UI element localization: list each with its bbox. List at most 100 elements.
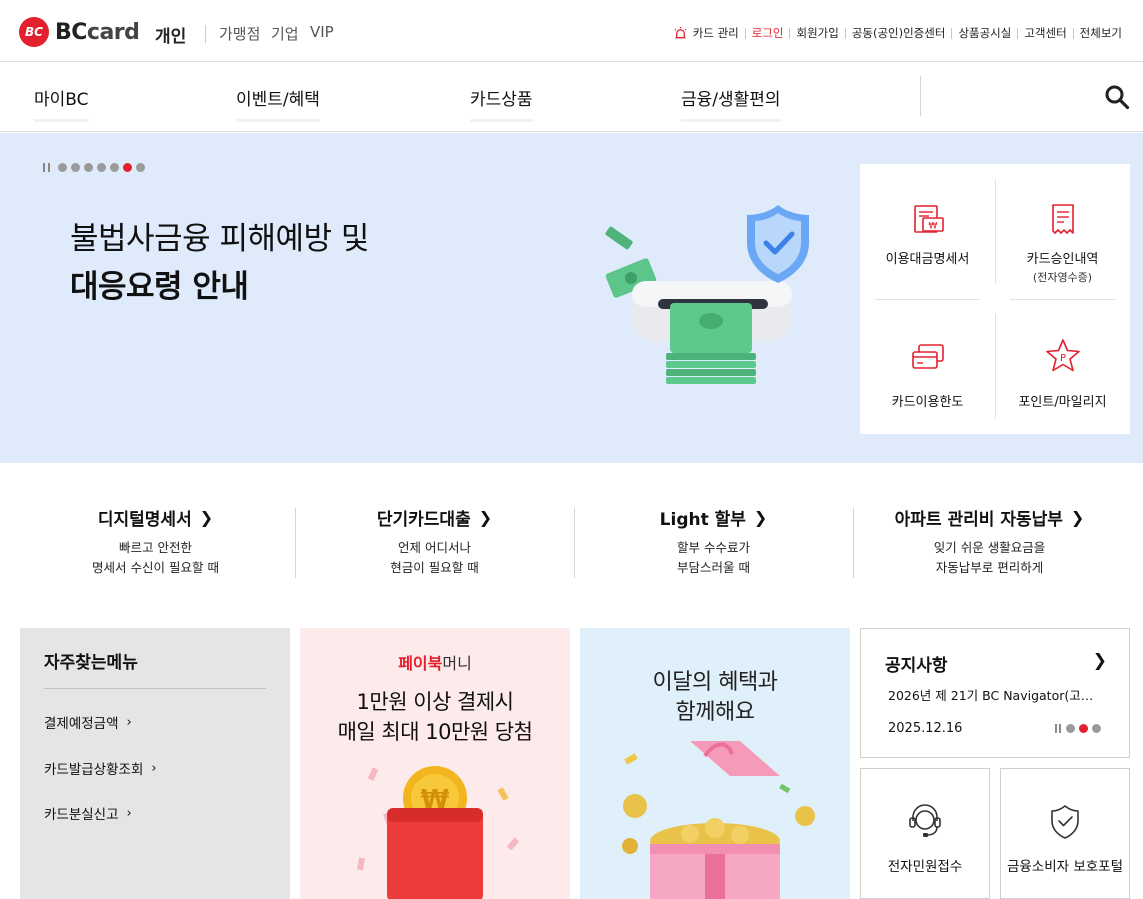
hero-slide-pager bbox=[43, 163, 149, 172]
service-short-loan[interactable]: 단기카드대출 ❯ 언제 어디서나현금이 필요할 때 bbox=[295, 505, 574, 580]
service-digital-statement[interactable]: 디지털명세서 ❯ 빠르고 안전한명세서 수신이 필요할 때 bbox=[16, 505, 295, 580]
slide-dot[interactable] bbox=[58, 163, 67, 172]
statement-icon: ₩ bbox=[913, 205, 944, 233]
quick-card-limit-label: 카드이용한도 bbox=[891, 395, 964, 410]
headset-icon bbox=[909, 804, 941, 837]
frequent-link-issue-status[interactable]: 카드발급상황조회 › bbox=[44, 758, 157, 779]
card-limit-icon bbox=[911, 344, 944, 369]
segment-corporate[interactable]: 기업 bbox=[271, 23, 299, 44]
main-nav: 마이BC 이벤트/혜택 카드상품 금융/생활편의 bbox=[0, 62, 1143, 132]
quick-menu-panel: ₩ 이용대금명세서 카드승인내역 (전자영수증) 카드이용한도 P 포인트/마일… bbox=[860, 164, 1130, 434]
segment-merchant[interactable]: 가맹점 bbox=[219, 23, 260, 44]
notice-headline[interactable]: 2026년 제 21기 BC Navigator(고객패널) 모집 bbox=[888, 685, 1103, 704]
chevron-right-icon: › bbox=[151, 760, 157, 776]
bccard-logo[interactable]: BC BCcard bbox=[19, 17, 140, 47]
chevron-right-icon[interactable]: ❯ bbox=[1093, 651, 1107, 671]
paybook-brand-suffix: 머니 bbox=[442, 654, 472, 673]
segment-vip[interactable]: VIP bbox=[310, 23, 334, 41]
logo-wordmark: BCcard bbox=[55, 19, 140, 45]
frequent-link-lost-card[interactable]: 카드분실신고 › bbox=[44, 803, 132, 824]
receipt-icon bbox=[1051, 204, 1074, 234]
util-divider bbox=[1017, 27, 1019, 39]
quick-card-limit[interactable]: 카드이용한도 bbox=[860, 299, 995, 434]
chevron-right-icon: ❯ bbox=[478, 508, 493, 527]
slide-dot[interactable] bbox=[71, 163, 80, 172]
quick-divider bbox=[995, 179, 996, 284]
chevron-right-icon: › bbox=[126, 714, 132, 730]
consumer-protection-box[interactable]: 금융소비자 보호포털 bbox=[1000, 768, 1130, 899]
nav-my-bc[interactable]: 마이BC bbox=[34, 85, 89, 122]
benefit-line2: 함께해요 bbox=[675, 700, 755, 725]
notice-title: 공지사항 bbox=[885, 656, 948, 676]
service-title: 아파트 관리비 자동납부 ❯ bbox=[895, 505, 1085, 530]
service-desc-line1: 언제 어디서나 bbox=[398, 540, 471, 555]
monthly-benefit-banner[interactable]: 이달의 혜택과 함께해요 bbox=[580, 628, 850, 899]
nav-finance-life[interactable]: 금융/생활편의 bbox=[681, 85, 781, 122]
service-desc-line2: 자동납부로 편리하게 bbox=[935, 560, 1044, 575]
util-view-all[interactable]: 전체보기 bbox=[1080, 25, 1122, 41]
notice-dot-active[interactable] bbox=[1079, 724, 1088, 733]
gift-box-illustration bbox=[622, 741, 815, 899]
paybook-money-banner[interactable]: 페이북머니 1만원 이상 결제시 매일 최대 10만원 당첨 ₩ bbox=[300, 628, 570, 899]
chevron-right-icon: ❯ bbox=[1070, 508, 1085, 527]
benefit-line1: 이달의 혜택과 bbox=[652, 670, 778, 695]
e-complaint-label: 전자민원접수 bbox=[887, 859, 963, 875]
nav-divider bbox=[920, 76, 921, 116]
quick-approval[interactable]: 카드승인내역 (전자영수증) bbox=[995, 164, 1130, 299]
slide-dot[interactable] bbox=[110, 163, 119, 172]
frequent-menu-divider bbox=[44, 688, 266, 689]
service-title: 단기카드대출 ❯ bbox=[377, 505, 492, 530]
quick-divider bbox=[1010, 299, 1115, 300]
service-desc: 빠르고 안전한명세서 수신이 필요할 때 bbox=[16, 538, 295, 578]
notice-dot[interactable] bbox=[1092, 724, 1101, 733]
util-card-manage[interactable]: 카드 관리 bbox=[673, 25, 739, 41]
top-bar: BC BCcard 개인 가맹점 기업 VIP 카드 관리 로그인 회원가입 공… bbox=[0, 0, 1143, 62]
notice-pager bbox=[1055, 724, 1105, 733]
quick-divider bbox=[875, 299, 980, 300]
util-signup[interactable]: 회원가입 bbox=[796, 25, 838, 41]
logo-text-sub: card bbox=[86, 19, 140, 45]
segment-personal[interactable]: 개인 bbox=[155, 22, 186, 47]
notice-dot[interactable] bbox=[1066, 724, 1075, 733]
pause-icon[interactable] bbox=[1055, 724, 1061, 733]
service-desc-line2: 명세서 수신이 필요할 때 bbox=[92, 560, 219, 575]
service-desc-line1: 할부 수수료가 bbox=[677, 540, 750, 555]
service-desc: 언제 어디서나현금이 필요할 때 bbox=[295, 538, 574, 578]
quick-approval-label: 카드승인내역 bbox=[1026, 252, 1099, 267]
hero-banner: 불법사금융 피해예방 및 대응요령 안내 ₩ 이용대금명세서 카드승인내역 (전… bbox=[0, 133, 1143, 463]
paybook-brand-name: 페이북 bbox=[398, 654, 443, 673]
util-product-disclosure[interactable]: 상품공시실 bbox=[958, 25, 1011, 41]
service-title: 디지털명세서 ❯ bbox=[98, 505, 213, 530]
slide-dot[interactable] bbox=[97, 163, 106, 172]
e-complaint-box[interactable]: 전자민원접수 bbox=[860, 768, 990, 899]
service-desc-line1: 잊기 쉬운 생활요금을 bbox=[933, 540, 1046, 555]
search-icon[interactable] bbox=[1104, 84, 1130, 110]
slide-dot-active[interactable] bbox=[123, 163, 132, 172]
util-divider bbox=[744, 27, 746, 39]
util-cert-center[interactable]: 공동(공인)인증센터 bbox=[852, 25, 946, 41]
quick-statement[interactable]: ₩ 이용대금명세서 bbox=[860, 164, 995, 299]
service-desc-line1: 빠르고 안전한 bbox=[119, 540, 192, 555]
slide-dot[interactable] bbox=[84, 163, 93, 172]
svg-text:P: P bbox=[1059, 353, 1065, 364]
service-light-installment[interactable]: Light 할부 ❯ 할부 수수료가 부담스러울 때 bbox=[574, 505, 853, 580]
service-desc-line2: 현금이 필요할 때 bbox=[390, 560, 479, 575]
frequent-link-payment-due[interactable]: 결제예정금액 › bbox=[44, 712, 132, 733]
quick-points[interactable]: P 포인트/마일리지 bbox=[995, 299, 1130, 434]
slide-dot[interactable] bbox=[136, 163, 145, 172]
notice-date: 2025.12.16 bbox=[888, 721, 963, 736]
pause-icon[interactable] bbox=[43, 163, 50, 172]
paybook-line1: 1만원 이상 결제시 bbox=[356, 690, 514, 714]
hero-title-line2[interactable]: 대응요령 안내 bbox=[70, 261, 249, 306]
nav-card-products[interactable]: 카드상품 bbox=[470, 85, 533, 122]
util-login[interactable]: 로그인 bbox=[752, 25, 784, 41]
util-customer-center[interactable]: 고객센터 bbox=[1024, 25, 1066, 41]
service-title-text: Light 할부 bbox=[659, 510, 746, 530]
frequent-link-label: 카드발급상황조회 bbox=[44, 762, 144, 778]
nav-events[interactable]: 이벤트/혜택 bbox=[236, 85, 320, 122]
chevron-right-icon: › bbox=[126, 805, 132, 821]
wallet-coin-illustration: ₩ bbox=[357, 766, 520, 899]
hero-title-line1[interactable]: 불법사금융 피해예방 및 bbox=[70, 213, 369, 258]
chevron-right-icon: ❯ bbox=[199, 508, 214, 527]
service-apartment-autopay[interactable]: 아파트 관리비 자동납부 ❯ 잊기 쉬운 생활요금을자동납부로 편리하게 bbox=[850, 505, 1129, 580]
